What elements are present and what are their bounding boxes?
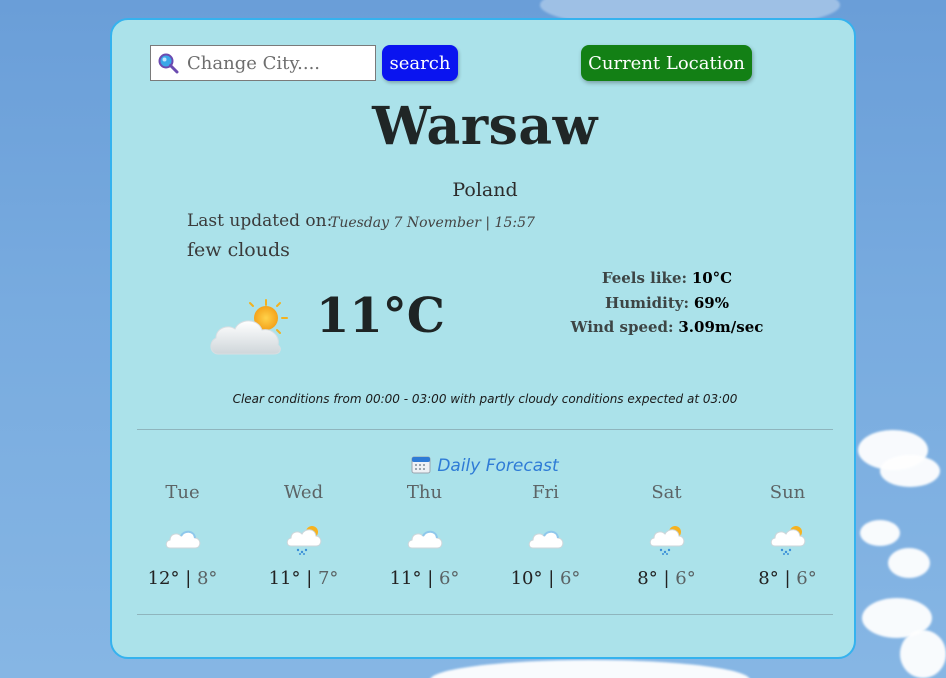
country-name: Poland	[452, 179, 518, 201]
day-name: Wed	[283, 482, 324, 503]
divider-top	[137, 429, 833, 430]
weather-card: search Current Location Warsaw Poland La…	[110, 18, 856, 659]
feels-like-label: Feels like:	[601, 269, 688, 287]
day-high: 11°	[268, 568, 301, 589]
day-name: Sat	[651, 482, 682, 503]
divider-bottom	[137, 614, 833, 615]
day-temps: 11° | 6°	[389, 568, 460, 589]
day-high: 12°	[147, 568, 180, 589]
forecast-day: Sat 8° | 6°	[606, 482, 727, 589]
day-name: Tue	[165, 482, 200, 503]
day-temps: 8° | 6°	[758, 568, 817, 589]
search-button[interactable]: search	[382, 45, 458, 81]
daily-forecast-title: Daily Forecast	[437, 456, 559, 476]
city-name: Warsaw	[372, 96, 598, 157]
forecast-summary: Clear conditions from 00:00 - 03:00 with…	[232, 392, 738, 406]
day-low: 7°	[317, 568, 339, 589]
magnifier-icon	[158, 53, 179, 74]
humidity-row: Humidity: 69%	[552, 291, 782, 316]
day-temps: 12° | 8°	[147, 568, 218, 589]
day-temps: 11° | 7°	[268, 568, 339, 589]
day-low: 6°	[675, 568, 696, 589]
day-temps: 8° | 6°	[637, 568, 696, 589]
day-high: 11°	[389, 568, 422, 589]
cloudy-icon	[528, 530, 563, 549]
current-temperature: 11°C	[316, 288, 445, 344]
weather-stats: Feels like: 10°C Humidity: 69% Wind spee…	[552, 266, 782, 340]
forecast-day: Wed 11° | 7°	[243, 482, 364, 589]
day-low: 8°	[196, 568, 218, 589]
current-location-button[interactable]: Current Location	[581, 45, 752, 81]
daily-forecast-heading: Daily Forecast	[112, 454, 858, 476]
weather-description: few clouds	[187, 239, 290, 261]
cloudy-icon	[165, 530, 200, 549]
last-updated-label: Last updated on:	[187, 211, 333, 231]
forecast-day: Sun 8° | 6°	[727, 482, 848, 589]
cloudy-icon	[407, 530, 442, 549]
day-low: 6°	[559, 568, 581, 589]
day-name: Thu	[406, 482, 443, 503]
day-low: 6°	[438, 568, 460, 589]
day-high: 8°	[637, 568, 658, 589]
wind-speed-row: Wind speed: 3.09m/sec	[552, 315, 782, 340]
day-name: Fri	[532, 482, 559, 503]
partly-cloudy-icon	[210, 299, 288, 355]
day-low: 6°	[796, 568, 817, 589]
day-temps: 10° | 6°	[510, 568, 581, 589]
rain-sun-icon	[286, 526, 321, 555]
rain-sun-icon	[770, 526, 805, 555]
wind-speed-value: 3.09m/sec	[678, 318, 764, 336]
last-updated-value: Tuesday 7 November | 15:57	[330, 215, 535, 231]
city-search-input[interactable]	[185, 51, 369, 75]
feels-like-row: Feels like: 10°C	[552, 266, 782, 291]
search-box[interactable]	[150, 45, 376, 81]
humidity-label: Humidity:	[605, 293, 690, 312]
calendar-icon	[411, 456, 431, 474]
humidity-value: 69%	[693, 293, 729, 312]
wind-speed-label: Wind speed:	[570, 318, 674, 336]
forecast-day: Thu 11° | 6°	[364, 482, 485, 589]
day-high: 10°	[510, 568, 543, 589]
forecast-day: Tue 12° | 8°	[122, 482, 243, 589]
feels-like-value: 10°C	[691, 269, 733, 287]
day-high: 8°	[758, 568, 779, 589]
rain-sun-icon	[649, 526, 684, 555]
forecast-day: Fri 10° | 6°	[485, 482, 606, 589]
daily-forecast-list: Tue 12° | 8° Wed 11° | 7° Thu 11° | 6° F…	[122, 482, 848, 589]
day-name: Sun	[769, 482, 806, 503]
